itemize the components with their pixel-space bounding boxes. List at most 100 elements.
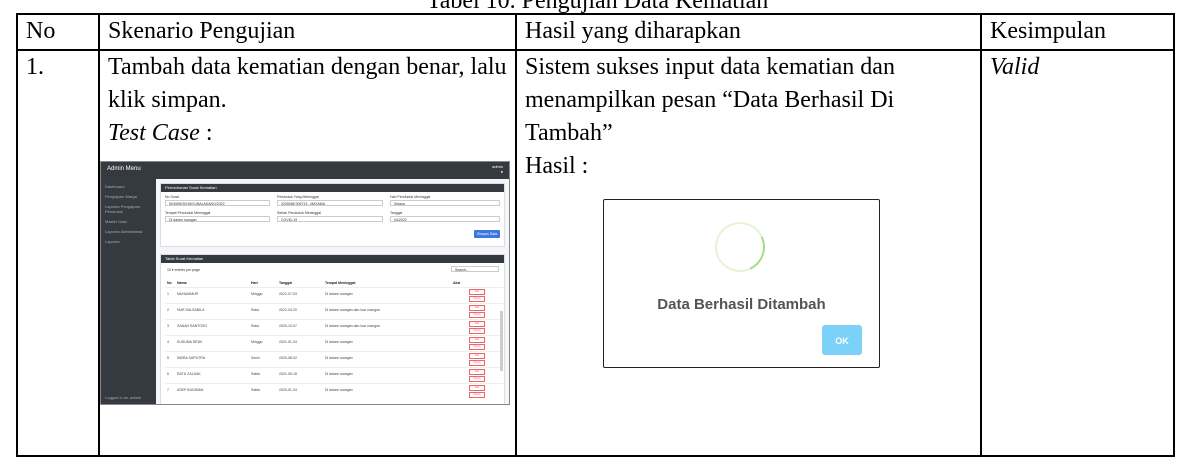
search-input[interactable]: Search...: [451, 266, 499, 272]
table-cell: 7: [167, 388, 169, 392]
edit-button[interactable]: Edit: [469, 337, 485, 343]
ok-button[interactable]: OK: [822, 325, 862, 355]
table-cell: 1: [167, 292, 169, 296]
row-actions: Edit Hapus: [469, 305, 485, 319]
success-spinner-icon: [707, 214, 773, 280]
expected-text: Sistem sukses input data kematian dan me…: [525, 54, 895, 146]
save-button[interactable]: Simpan Data: [474, 230, 500, 238]
table-cell: Rabu: [251, 308, 260, 312]
table-cell: 2022-04-20: [279, 308, 297, 312]
sidebar-item-master-data[interactable]: Master Data: [101, 214, 156, 224]
sebab-field[interactable]: COVID-19: [277, 216, 383, 222]
hapus-button[interactable]: Hapus: [469, 296, 485, 302]
header-scenario: Skenario Pengujian: [98, 13, 517, 51]
table-cell: Minggu: [251, 292, 263, 296]
admin-sidebar: Dashboard Pengajuan Warga Laporan Pengaj…: [101, 179, 156, 404]
table-cell: KUSUMA DEWI: [177, 340, 202, 344]
admin-content: Permohonan Surat Kematian No Surat SKM/M…: [156, 179, 509, 404]
table-cell: Minggu: [251, 340, 263, 344]
table-row: 3 SANAH SANTOSO Rabu 2020-10-07 Di dalam rua…: [165, 319, 503, 334]
table-cell: Di dalam ruangan dan luar ruangan: [325, 308, 381, 312]
table-cell: Di dalam ruangan dan luar ruangan: [325, 324, 381, 328]
sidebar-item-dashboard[interactable]: Dashboard: [101, 179, 156, 189]
entries-select[interactable]: 10 ▾ entries per page: [167, 268, 200, 272]
table-cell: 2021-01-04: [279, 340, 297, 344]
table-cell: NUR SALSABILA: [177, 308, 205, 312]
table-cell: 2022-07-03: [279, 292, 297, 296]
admin-brand: Admin Menu: [107, 166, 141, 172]
test-case-screenshot: Admin Menu admin ● Dashboard Pengajuan Wa…: [100, 161, 510, 405]
edit-button[interactable]: Edit: [469, 305, 485, 311]
table-cell: Sabtu: [251, 388, 261, 392]
tempat-label: Tempat Penduduk Meninggal: [165, 211, 211, 215]
hapus-button[interactable]: Hapus: [469, 392, 485, 398]
tempat-field[interactable]: Di dalam ruangan: [165, 216, 270, 222]
no-surat-field[interactable]: SKM/MKS/HAV/1/BALAKANG/2022: [165, 200, 270, 206]
sidebar-item-laporan-admin[interactable]: Laporan Administrasi: [101, 224, 156, 234]
table-cell: 4: [167, 340, 169, 344]
col-no: No: [167, 281, 172, 285]
hapus-button[interactable]: Hapus: [469, 360, 485, 366]
table-cell: ASEP BUDIMAN: [177, 388, 204, 392]
sidebar-item-pengajuan[interactable]: Pengajuan Warga: [101, 189, 156, 199]
penduduk-select[interactable]: 3205068 005713 - MAYAMA: [277, 200, 383, 206]
scenario-text: Tambah data kematian dengan benar, lalu …: [108, 54, 507, 113]
header-no: No: [16, 13, 100, 51]
conclusion-cell: Valid: [980, 49, 1175, 457]
table-cell: Di dalam ruangan: [325, 292, 353, 296]
table-cell: Sabtu: [251, 372, 261, 376]
col-nama: Nama: [177, 281, 187, 285]
table-cell: RATU ZALSAK: [177, 372, 201, 376]
col-hari: Hari: [251, 281, 258, 285]
header-expected: Hasil yang diharapkan: [515, 13, 982, 51]
col-tempat: Tempat Meninggal: [325, 281, 356, 285]
table-cell: 6: [167, 372, 169, 376]
form-card: Permohonan Surat Kematian No Surat SKM/M…: [160, 183, 505, 247]
table-header-row: No Skenario Pengujian Hasil yang diharap…: [16, 13, 1175, 51]
table-row: 4 KUSUMA DEWI Minggu 2021-01-04 Di dalam rua…: [165, 335, 503, 351]
table-cell: SANAH SANTOSO: [177, 324, 208, 328]
table-row: 7 ASEP BUDIMAN Sabtu 2020-01-04 Di dalam rua…: [165, 383, 503, 399]
edit-button[interactable]: Edit: [469, 353, 485, 359]
table-row: 5 INDRA SAPUTRA Senin 2020-08-02 Di dalam ru…: [165, 351, 503, 366]
table-cell: 2: [167, 308, 169, 312]
sidebar-footer: Logged in as: admin: [105, 395, 142, 400]
test-case-label: Test Case: [108, 120, 200, 146]
test-case-colon: :: [199, 120, 213, 146]
table-title: Tabel Surat Kematian: [161, 255, 504, 263]
hapus-button[interactable]: Hapus: [469, 328, 485, 334]
scrollbar[interactable]: [500, 311, 503, 371]
user-name: admin: [492, 164, 503, 169]
col-aksi: Aksi: [453, 281, 461, 285]
admin-topbar: Admin Menu admin ●: [101, 162, 509, 179]
penduduk-label: Penduduk Yang Meninggal: [277, 195, 319, 199]
user-avatar: admin ●: [492, 164, 503, 174]
table-cell: 2021-05-18: [279, 372, 297, 376]
tanggal-field[interactable]: 04/2022: [390, 216, 500, 222]
edit-button[interactable]: Edit: [469, 289, 485, 295]
edit-button[interactable]: Edit: [469, 385, 485, 391]
table-row: 1 MUHAMMUR Minggu 2022-07-03 Di dalam ruanga…: [165, 287, 503, 303]
table-cell: Di dalam ruangan: [325, 356, 353, 360]
edit-button[interactable]: Edit: [469, 321, 485, 327]
table-row: 6 RATU ZALSAK Sabtu 2021-05-18 Di dalam ruan…: [165, 367, 503, 383]
header-conclusion: Kesimpulan: [980, 13, 1175, 51]
table-cell: 5: [167, 356, 169, 360]
sidebar-item-laporan-pengajuan[interactable]: Laporan Pengajuan Penduduk: [101, 199, 156, 214]
hapus-button[interactable]: Hapus: [469, 312, 485, 318]
hari-label: Hari Penduduk Meninggal: [390, 195, 431, 199]
row-number: 1.: [16, 49, 100, 457]
dialog-message: Data Berhasil Ditambah: [657, 296, 826, 313]
hapus-button[interactable]: Hapus: [469, 344, 485, 350]
row-actions: Edit Hapus: [469, 289, 485, 303]
hari-field[interactable]: Selasa: [390, 200, 500, 206]
no-surat-label: No Surat: [165, 195, 179, 199]
sidebar-item-laporan[interactable]: Laporan: [101, 234, 156, 244]
row-actions: Edit Hapus: [469, 385, 485, 399]
row-actions: Edit Hapus: [469, 337, 485, 351]
edit-button[interactable]: Edit: [469, 369, 485, 375]
hapus-button[interactable]: Hapus: [469, 376, 485, 382]
table-cell: MUHAMMUR: [177, 292, 199, 296]
table-cell: 3: [167, 324, 169, 328]
row-actions: Edit Hapus: [469, 369, 485, 383]
